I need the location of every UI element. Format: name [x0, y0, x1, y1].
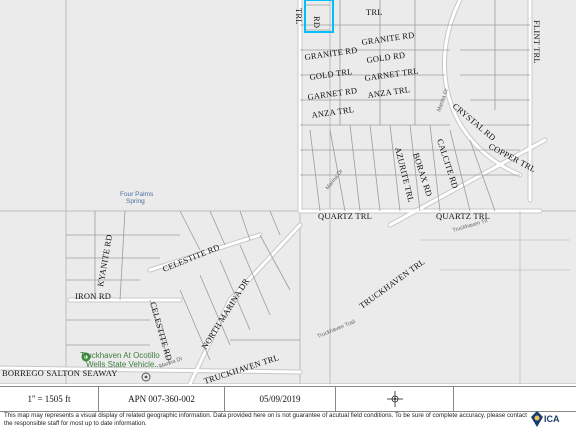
- compass-icon: [386, 391, 403, 407]
- street-label: QUARTZ TRL: [318, 211, 372, 221]
- street-label: GARNET RD: [307, 85, 358, 102]
- date-text: 05/09/2019: [259, 394, 301, 404]
- poi-label: Four Palms: [120, 191, 154, 198]
- poi-label: Wells State Vehicle...: [86, 360, 161, 369]
- street-label: TRUCKHAVEN TRL: [357, 257, 426, 311]
- street-label: KYANITE RD: [95, 234, 114, 288]
- location-pin-icon: [141, 372, 151, 382]
- scale-cell: 1'' = 1505 ft: [0, 387, 99, 411]
- county-logo: ICA: [530, 408, 574, 430]
- compass-cell: [336, 387, 454, 411]
- apn-text: APN 007-360-002: [128, 394, 195, 404]
- street-label: GOLD TRL: [309, 66, 353, 82]
- street-label: GRANITE RD: [304, 45, 358, 62]
- logo-emblem-icon: [531, 411, 543, 427]
- date-cell: 05/09/2019: [225, 387, 336, 411]
- street-label: BORREGO SALTON SEAWAY: [2, 368, 118, 378]
- roads: [0, 0, 547, 384]
- road-label-truckhaven-trail: Truckhaven Trail: [317, 319, 357, 340]
- small-road-labels: Marina Dr Marina Dr Truckhaven Trail Tru…: [159, 88, 489, 370]
- street-label: RD: [312, 16, 322, 28]
- street-label: TRL: [294, 8, 304, 25]
- street-label: CELESTITE RD: [161, 242, 221, 274]
- road-casing: [0, 0, 548, 384]
- subdivision-se: [420, 211, 570, 384]
- apn-cell: APN 007-360-002: [99, 387, 225, 411]
- parcel-lines: [0, 0, 576, 384]
- street-label: GRANITE RD: [361, 30, 415, 47]
- info-bar: 1'' = 1505 ft APN 007-360-002 05/09/2019: [0, 386, 576, 412]
- poi-four-palms-spring[interactable]: Four Palms Spring: [120, 191, 154, 205]
- subdivision-sw: [66, 210, 300, 366]
- poi-label: Truckhaven At Ocotillo: [80, 351, 160, 360]
- street-label: CALCITE RD: [435, 138, 461, 190]
- map-canvas[interactable]: GRANITE RD GRANITE RD GOLD TRL GOLD RD G…: [0, 0, 576, 384]
- map-svg: GRANITE RD GRANITE RD GOLD TRL GOLD RD G…: [0, 0, 576, 384]
- street-label: TRL: [366, 7, 383, 17]
- disclaimer-text: This map may represents a visual display…: [4, 412, 527, 427]
- street-label: GOLD RD: [366, 50, 406, 65]
- logo-text: ICA: [544, 414, 560, 424]
- street-label: TRUCKHAVEN TRL: [203, 352, 281, 384]
- street-label: FLINT TRL: [532, 20, 542, 64]
- scale-text: 1'' = 1505 ft: [27, 394, 71, 404]
- road-label-marina-dr: Marina Dr: [325, 168, 345, 191]
- street-labels: GRANITE RD GRANITE RD GOLD TRL GOLD RD G…: [2, 7, 542, 384]
- street-label: ANZA TRL: [367, 84, 411, 100]
- poi-label: Spring: [126, 198, 145, 205]
- street-label: GARNET TRL: [364, 66, 419, 83]
- street-label: IRON RD: [75, 291, 111, 301]
- street-label: ANZA TRL: [311, 104, 355, 120]
